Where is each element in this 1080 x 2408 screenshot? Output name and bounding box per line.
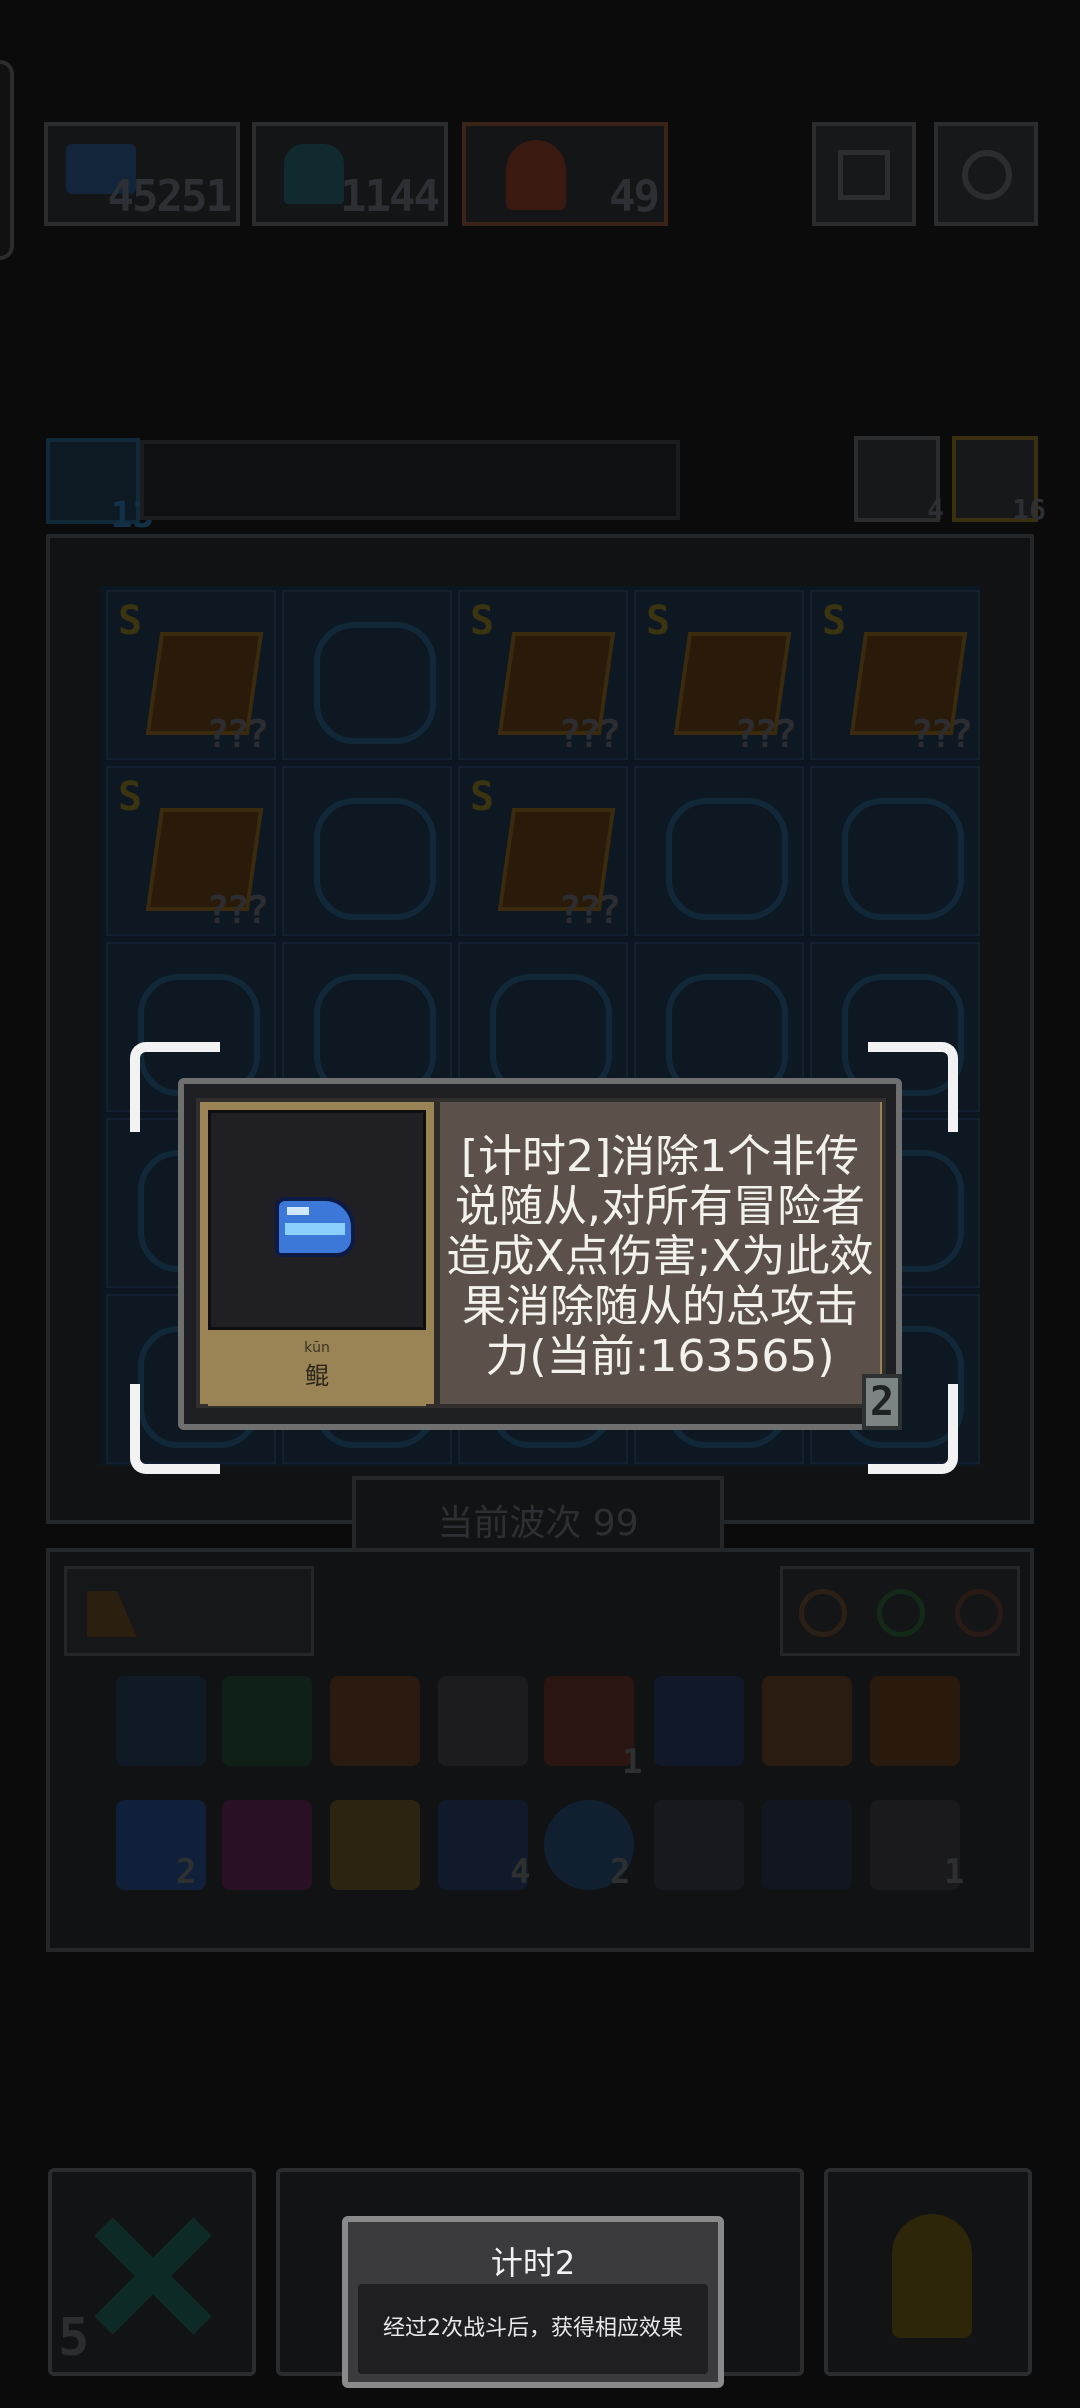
gems-value: 45251 [107,171,232,222]
board-slot-item[interactable]: S??? [106,590,276,760]
ship-icon[interactable] [762,1676,852,1766]
item-name: 鲲 [305,1362,329,1390]
book-icon [838,150,890,200]
tooltip-body-box: 经过2次战斗后，获得相应效果 [358,2284,708,2374]
description-line: 果消除随从的总攻击 [462,1281,858,1332]
tooltip-body: 经过2次战斗后，获得相应效果 [383,2316,683,2341]
potion-icon[interactable] [654,1676,744,1766]
hero-button[interactable] [824,2168,1032,2376]
gear-icon [962,150,1012,200]
knight-count: 1 [622,1742,643,1782]
board-slot-item[interactable]: S??? [106,766,276,936]
filter-group [780,1566,1020,1656]
board-slot-item[interactable]: S??? [458,766,628,936]
tertiary-value: 49 [609,171,660,222]
turtle-icon[interactable] [222,1676,312,1766]
mystery-label: ??? [206,888,269,932]
board-slot-item[interactable]: S??? [458,590,628,760]
mystery-label: ??? [558,712,621,756]
tertiary-counter: 49 [462,122,668,226]
rank-badge: S [118,774,143,820]
board-slot-item[interactable]: S??? [810,590,980,760]
item-detail-card: kūn 鲲 [计时2]消除1个非传 说随从,对所有冒险者 造成X点伤害;X为此效… [178,1078,902,1430]
item-pinyin: kūn [304,1340,330,1356]
secondary-value: 1144 [340,171,440,222]
rank-badge: S [822,598,847,644]
rank-badge: S [118,598,143,644]
shield-icon[interactable] [116,1676,206,1766]
mystery-label: ??? [558,888,621,932]
mystery-label: ??? [910,712,973,756]
armor-icon[interactable] [330,1676,420,1766]
refresh-count: 4 [927,493,944,526]
boot-icon[interactable] [438,1676,528,1766]
fox-icon[interactable] [870,1676,960,1766]
orb-count: 2 [610,1852,631,1892]
filter-ring-icon-2[interactable] [877,1589,925,1637]
sword-icon[interactable] [654,1800,744,1890]
close-icon [82,2206,222,2346]
tooltip-title: 计时2 [490,2244,576,2282]
board-slot-empty[interactable] [282,766,452,936]
inventory-tab[interactable] [64,1566,314,1656]
character-icon [506,140,566,210]
secondary-counter: 1144 [252,122,448,226]
empty-slot-icon [314,622,436,744]
left-edge-tab[interactable] [0,60,14,260]
description-line: 说随从,对所有冒险者 [455,1181,865,1232]
knight-icon[interactable] [544,1676,634,1766]
filter-ring-icon-3[interactable] [955,1589,1003,1637]
empty-slot-icon [314,798,436,920]
rank-badge: S [470,774,495,820]
keyword-tooltip: 计时2 经过2次战斗后，获得相应效果 [342,2216,724,2388]
level-badge: 13 [46,438,154,536]
item-description-panel: [计时2]消除1个非传 说随从,对所有冒险者 造成X点伤害;X为此效 果消除随从… [434,1102,880,1404]
torch-count: 4 [510,1852,531,1892]
mystery-label: ??? [734,712,797,756]
board-slot-empty[interactable] [634,766,804,936]
creature-icon[interactable] [762,1800,852,1890]
empty-slot-icon [842,798,964,920]
filter-ring-icon-1[interactable] [799,1589,847,1637]
key-button[interactable]: 16 [952,436,1046,526]
cloud-count: 1 [944,1852,965,1892]
description-line: [计时2]消除1个非传 [460,1131,860,1182]
item-level-badge: 2 [862,1374,902,1430]
progress-track [140,440,680,520]
item-name-area: kūn 鲲 [208,1332,426,1406]
empty-slot-icon [666,798,788,920]
key-count: 16 [1012,493,1046,526]
helmet-icon [284,144,344,204]
description-line: 力(当前:163565) [485,1331,835,1382]
kun-fish-icon [275,1193,359,1263]
board-slot-item[interactable]: S??? [634,590,804,760]
rank-badge: S [470,598,495,644]
cancel-count: 5 [58,2308,90,2368]
rank-badge: S [646,598,671,644]
mystery-label: ??? [206,712,269,756]
item-card-inner: kūn 鲲 [计时2]消除1个非传 说随从,对所有冒险者 造成X点伤害;X为此效… [196,1098,886,1408]
description-line: 造成X点伤害;X为此效 [446,1231,874,1282]
item-level-value: 2 [869,1379,895,1425]
gems-counter: 45251 [44,122,240,226]
item-description: [计时2]消除1个非传 说随从,对所有冒险者 造成X点伤害;X为此效 果消除随从… [440,1102,880,1382]
board-slot-empty[interactable] [282,590,452,760]
cancel-button[interactable]: 5 [48,2168,256,2376]
fish-count: 2 [176,1852,197,1892]
board-slot-empty[interactable] [810,766,980,936]
item-portrait [208,1110,426,1330]
pawn-icon [892,2214,972,2338]
bed-icon[interactable] [222,1800,312,1890]
tab-icon [87,1591,137,1637]
settings-button[interactable] [934,122,1038,226]
book-button[interactable] [812,122,916,226]
refresh-button[interactable]: 4 [854,436,944,526]
axe-icon[interactable] [330,1800,420,1890]
